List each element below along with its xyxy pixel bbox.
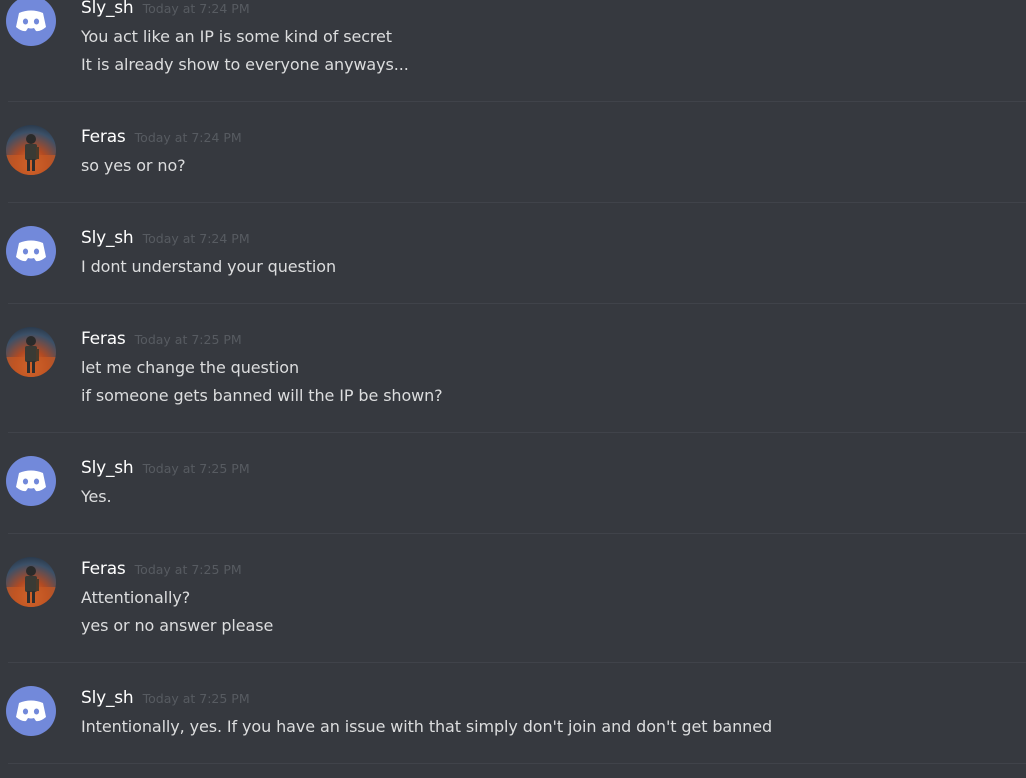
- message-divider: [8, 202, 1026, 203]
- username[interactable]: Feras: [81, 127, 126, 147]
- message-divider: [8, 101, 1026, 102]
- message-text: I dont understand your question: [81, 257, 336, 276]
- timestamp[interactable]: Today at 7:24 PM: [143, 1, 250, 16]
- message-text: You act like an IP is some kind of secre…: [81, 27, 392, 46]
- message-divider: [8, 662, 1026, 663]
- message-text: Attentionally?: [81, 588, 191, 607]
- message-text: so yes or no?: [81, 156, 186, 175]
- message-text: let me change the question: [81, 358, 300, 377]
- message-header: Feras Today at 7:25 PM: [81, 329, 242, 349]
- message-text: Intentionally, yes. If you have an issue…: [81, 717, 773, 736]
- pubg-character-avatar[interactable]: [6, 125, 56, 175]
- timestamp[interactable]: Today at 7:25 PM: [135, 562, 242, 577]
- discord-default-icon[interactable]: [6, 686, 56, 736]
- timestamp[interactable]: Today at 7:24 PM: [143, 231, 250, 246]
- timestamp[interactable]: Today at 7:24 PM: [135, 130, 242, 145]
- message-header: Feras Today at 7:25 PM: [81, 559, 242, 579]
- message-divider: [8, 303, 1026, 304]
- message-header: Sly_sh Today at 7:24 PM: [81, 0, 250, 18]
- message-header: Feras Today at 7:24 PM: [81, 127, 242, 147]
- username[interactable]: Sly_sh: [81, 688, 134, 708]
- message-header: Sly_sh Today at 7:25 PM: [81, 688, 250, 708]
- message-text: It is already show to everyone anyways..…: [81, 55, 409, 74]
- pubg-character-avatar[interactable]: [6, 557, 56, 607]
- username[interactable]: Feras: [81, 559, 126, 579]
- message-header: Sly_sh Today at 7:25 PM: [81, 458, 250, 478]
- message-header: Sly_sh Today at 7:24 PM: [81, 228, 250, 248]
- message-divider: [8, 533, 1026, 534]
- username[interactable]: Sly_sh: [81, 228, 134, 248]
- message-divider: [8, 432, 1026, 433]
- timestamp[interactable]: Today at 7:25 PM: [143, 691, 250, 706]
- username[interactable]: Feras: [81, 329, 126, 349]
- timestamp[interactable]: Today at 7:25 PM: [135, 332, 242, 347]
- timestamp[interactable]: Today at 7:25 PM: [143, 461, 250, 476]
- chat-messages: Sly_sh Today at 7:24 PM You act like an …: [0, 0, 1026, 778]
- pubg-character-avatar[interactable]: [6, 327, 56, 377]
- message-divider: [8, 763, 1026, 764]
- discord-default-icon[interactable]: [6, 0, 56, 46]
- message-text: Yes.: [81, 487, 112, 506]
- message-text: yes or no answer please: [81, 616, 274, 635]
- username[interactable]: Sly_sh: [81, 458, 134, 478]
- message-text: if someone gets banned will the IP be sh…: [81, 386, 443, 405]
- username[interactable]: Sly_sh: [81, 0, 134, 18]
- discord-default-icon[interactable]: [6, 226, 56, 276]
- discord-default-icon[interactable]: [6, 456, 56, 506]
